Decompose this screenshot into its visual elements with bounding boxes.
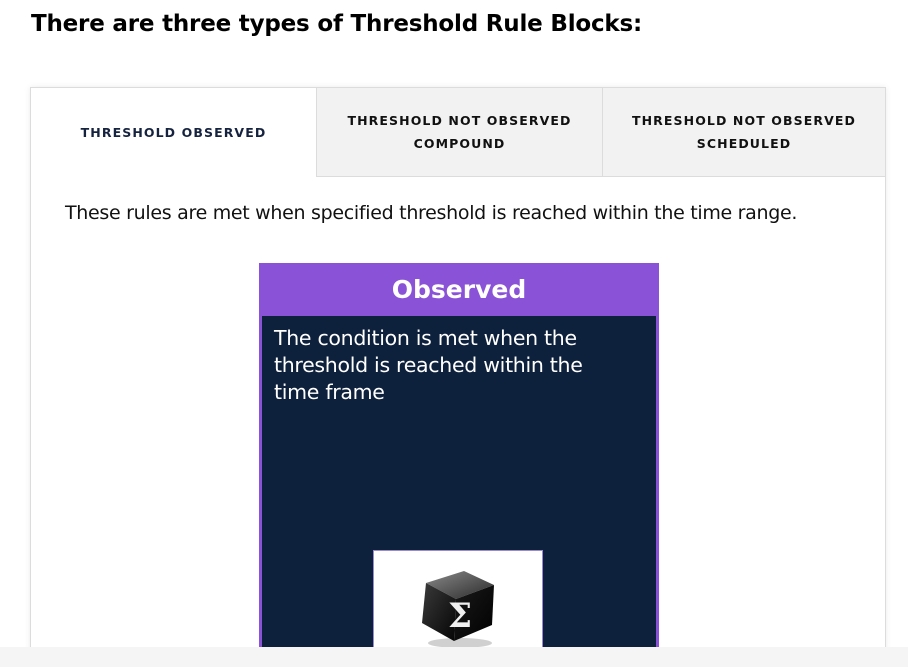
tab-threshold-observed[interactable]: THRESHOLD OBSERVED [31, 88, 316, 177]
tab-label: THRESHOLD OBSERVED [80, 125, 267, 140]
tab-threshold-not-observed-compound[interactable]: THRESHOLD NOT OBSERVED COMPOUND [316, 88, 602, 177]
sigma-cube-icon: Σ [422, 571, 494, 648]
svg-text:Σ: Σ [448, 596, 472, 636]
tab-bar: THRESHOLD OBSERVED THRESHOLD NOT OBSERVE… [31, 88, 885, 177]
tab-label: THRESHOLD NOT OBSERVED SCHEDULED [631, 113, 856, 151]
section-heading: There are three types of Threshold Rule … [31, 11, 642, 37]
tab-panel: THRESHOLD OBSERVED THRESHOLD NOT OBSERVE… [30, 87, 886, 667]
tab-description: These rules are met when specified thres… [65, 202, 798, 224]
card-body-text: The condition is met when the threshold … [274, 326, 583, 404]
card-title: Observed [259, 263, 659, 316]
page-footer-strip [0, 647, 908, 667]
observed-rule-card: Observed The condition is met when the t… [259, 263, 659, 667]
tab-label: THRESHOLD NOT OBSERVED COMPOUND [347, 113, 572, 151]
tab-threshold-not-observed-scheduled[interactable]: THRESHOLD NOT OBSERVED SCHEDULED [602, 88, 885, 177]
page: There are three types of Threshold Rule … [0, 0, 908, 667]
